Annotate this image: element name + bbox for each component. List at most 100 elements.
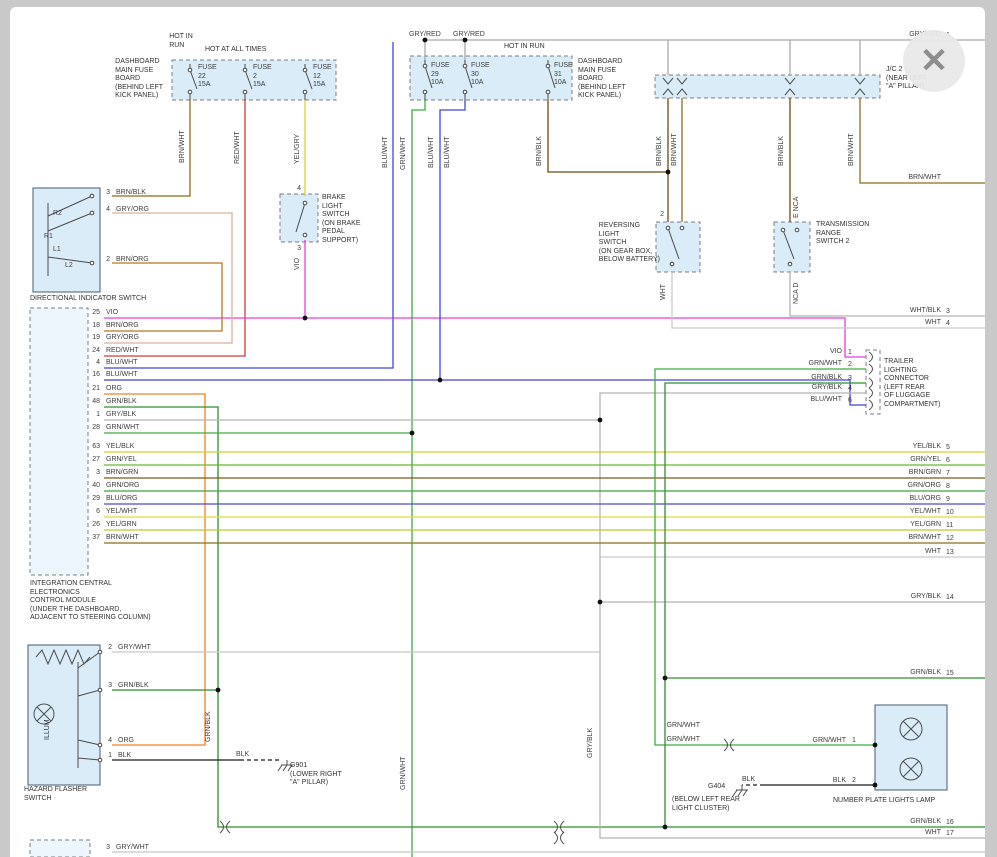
label-icm_pins-5-color: BLU/WHT xyxy=(106,371,138,380)
label-misc-grn_wht_b: GRN/WHT xyxy=(667,736,700,745)
label-icm_pins-16-color: YEL/GRN xyxy=(106,521,137,530)
label-right_exits-2-color: WHT/BLK xyxy=(910,307,941,316)
label-wire_labels-9-text: BRN/BLK xyxy=(656,136,665,166)
label-directional_pins-2-color: BRN/ORG xyxy=(116,256,149,265)
label-right_exits-2-num: 3 xyxy=(946,308,950,317)
label-trailer_pins-3-color: GRY/BLK xyxy=(812,384,842,393)
label-hazard_pins-2-num: 4 xyxy=(108,737,112,746)
contact-dot xyxy=(98,688,102,692)
label-lamp_pins-0-color: GRN/WHT xyxy=(813,737,846,746)
contact-dot xyxy=(546,64,550,68)
contact-dot xyxy=(98,758,102,762)
label-captions-icm: INTEGRATION CENTRAL ELECTRONICS CONTROL … xyxy=(30,580,151,623)
label-misc-blk_g901: BLK xyxy=(236,751,249,760)
label-icm_pins-9-num: 28 xyxy=(92,424,100,433)
contact-dot xyxy=(303,90,307,94)
label-positions-3: L2 xyxy=(65,262,73,271)
junction-dot xyxy=(216,688,221,693)
label-icm_pins-4-num: 4 xyxy=(96,359,100,368)
label-wire_labels-8-text: BRN/BLK xyxy=(536,136,545,166)
label-trailer_pins-3-num: 4 xyxy=(848,385,852,394)
label-right_exits-13-color: GRY/BLK xyxy=(911,593,941,602)
hazard-flasher-switch xyxy=(28,645,100,785)
label-icm_pins-14-num: 29 xyxy=(92,495,100,504)
symbol-18 xyxy=(733,785,748,796)
label-icm_pins-7-num: 48 xyxy=(92,398,100,407)
label-hazard_pins-3-num: 1 xyxy=(108,752,112,761)
contact-dot xyxy=(188,68,192,72)
label-positions-0: R2 xyxy=(53,210,62,219)
label-trailer_pins-4-num: 6 xyxy=(848,397,852,406)
label-lamp_pins-0-num: 1 xyxy=(852,737,856,746)
label-directional_pins-0-num: 3 xyxy=(106,189,110,198)
contact-dot xyxy=(90,194,94,198)
contact-dot xyxy=(666,226,670,230)
label-misc-blk_g404: BLK xyxy=(742,776,755,785)
label-wire_labels-0-text: BRN/WHT xyxy=(179,130,188,163)
symbol-20 xyxy=(869,352,873,362)
contact-dot xyxy=(243,90,247,94)
label-right_exits-3-num: 4 xyxy=(946,320,950,329)
label-trailer_pins-2-num: 3 xyxy=(848,375,852,384)
label-captions-illum: ILLUM xyxy=(44,719,53,740)
label-wire_labels-13-text: E NCA xyxy=(793,197,802,218)
label-fuses-3-name: FUSE 29 10A xyxy=(431,62,450,88)
label-right_exits-4-color: YEL/BLK xyxy=(913,443,941,452)
label-icm_pins-7-color: GRN/BLK xyxy=(106,398,137,407)
label-wire_labels-2-text: YEL/GRY xyxy=(294,134,303,164)
label-icm_pins-3-color: RED/WHT xyxy=(106,347,139,356)
contact-dot xyxy=(423,90,427,94)
junction-dot xyxy=(663,825,668,830)
label-wire_labels-18-text: GRY/BLK xyxy=(587,728,596,758)
contact-dot xyxy=(781,228,785,232)
label-icm_pins-17-num: 37 xyxy=(92,534,100,543)
wire-brn-blk xyxy=(548,100,668,222)
junction-dot xyxy=(598,418,603,423)
label-icm_pins-6-num: 21 xyxy=(92,385,100,394)
wire-wht-blk xyxy=(790,272,985,316)
symbol-23 xyxy=(869,388,873,398)
close-button[interactable]: ✕ xyxy=(903,30,965,92)
label-icm_pins-11-num: 27 xyxy=(92,456,100,465)
label-right_exits-12-color: WHT xyxy=(925,548,941,557)
label-icm_pins-3-num: 24 xyxy=(92,347,100,356)
label-trailer_pins-1-color: GRN/WHT xyxy=(809,360,842,369)
label-right_exits-15-color: GRN/BLK xyxy=(910,818,941,827)
label-icm_pins-10-color: YEL/BLK xyxy=(106,443,134,452)
label-wire_labels-7-text: BLU/WHT xyxy=(444,137,453,169)
label-right_exits-15-num: 16 xyxy=(946,819,954,828)
contact-dot xyxy=(795,228,799,232)
label-captions-fuse_board_right: DASHBOARD MAIN FUSE BOARD (BEHIND LEFT K… xyxy=(578,58,626,101)
label-right_exits-5-color: GRN/YEL xyxy=(910,456,941,465)
symbol-24 xyxy=(869,400,873,410)
label-captions-brake: BRAKE LIGHT SWITCH (ON BRAKE PEDAL SUPPO… xyxy=(322,194,361,245)
label-misc-grn_wht_a: GRN/WHT xyxy=(667,722,700,731)
contact-dot xyxy=(90,211,94,215)
label-wire_labels-15-text: WHT xyxy=(660,284,669,300)
label-hazard_pins-2-color: ORG xyxy=(118,737,134,746)
junction-dot xyxy=(663,676,668,681)
label-right_exits-13-num: 14 xyxy=(946,594,954,603)
label-right_exits-10-color: YEL/GRN xyxy=(910,521,941,530)
label-fuses-4-name: FUSE 30 10A xyxy=(471,62,490,88)
label-right_exits-7-num: 8 xyxy=(946,483,950,492)
label-icm_pins-15-num: 6 xyxy=(96,508,100,517)
wire-grn-blk xyxy=(665,383,866,827)
trailer-connector xyxy=(866,350,880,414)
label-lamp_pins-1-num: 2 xyxy=(852,777,856,786)
label-icm_pins-0-num: 25 xyxy=(92,309,100,318)
symbol-32 xyxy=(561,832,565,844)
label-right_exits-9-color: YEL/WHT xyxy=(910,508,941,517)
label-icm_pins-8-color: GRY/BLK xyxy=(106,411,136,420)
label-misc-gry_red_a: GRY/RED xyxy=(409,31,441,40)
junction-dot xyxy=(873,783,878,788)
label-icm_pins-2-color: GRY/ORG xyxy=(106,334,139,343)
junction-dot xyxy=(410,431,415,436)
contact-dot xyxy=(98,650,102,654)
contact-dot xyxy=(788,262,792,266)
wiring-svg xyxy=(0,0,997,857)
symbol-21 xyxy=(869,364,873,374)
label-icm_pins-2-num: 19 xyxy=(92,334,100,343)
label-hazard_pins-0-color: GRY/WHT xyxy=(118,644,151,653)
label-trailer_pins-2-color: GRN/BLK xyxy=(811,374,842,383)
